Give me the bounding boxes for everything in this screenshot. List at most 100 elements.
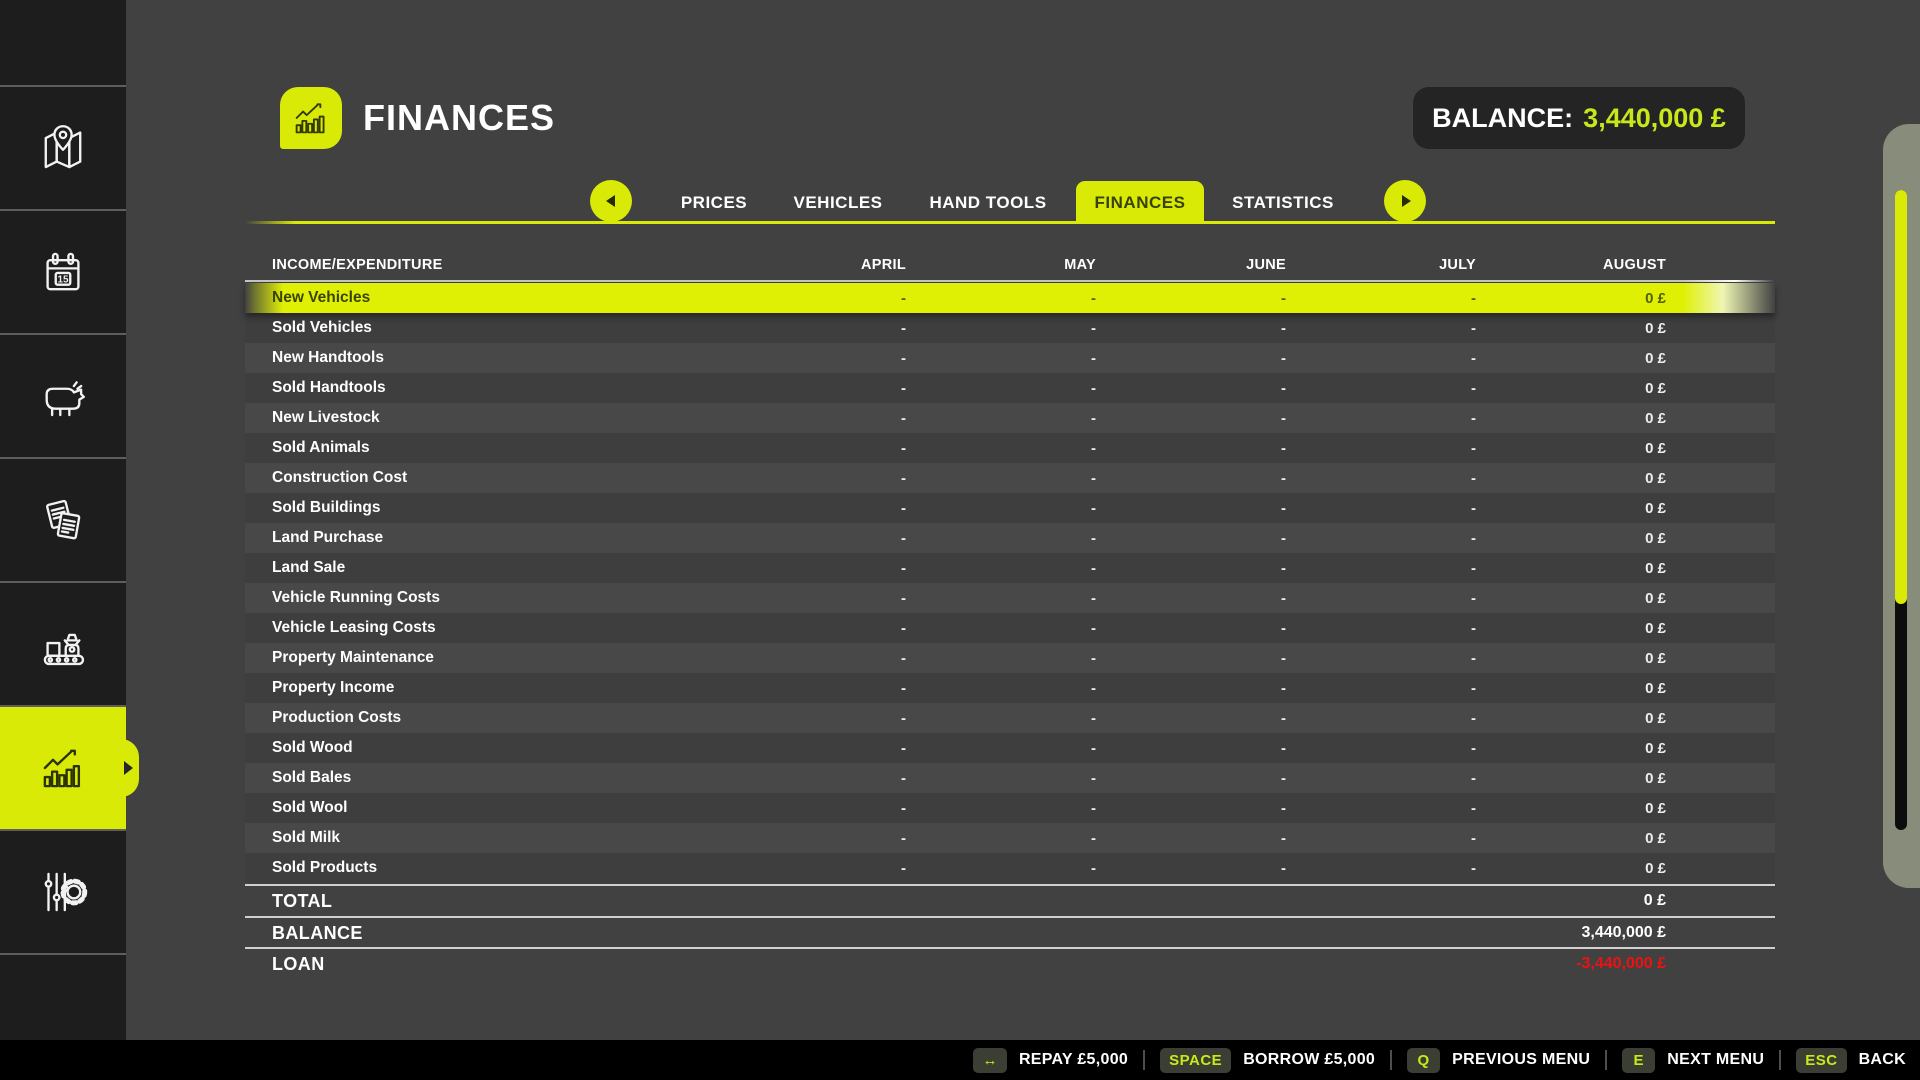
sidebar-spacer-bottom <box>0 953 126 1039</box>
table-row-sold-milk[interactable]: Sold Milk----0 £ <box>245 823 1775 853</box>
cell-july: - <box>1286 440 1476 457</box>
cell-may: - <box>906 560 1096 577</box>
sidebar-item-map[interactable] <box>0 85 126 209</box>
table-row-vehicle-running-costs[interactable]: Vehicle Running Costs----0 £ <box>245 583 1775 613</box>
table-row-land-sale[interactable]: Land Sale----0 £ <box>245 553 1775 583</box>
sidebar-item-finances[interactable] <box>0 705 126 829</box>
tab-vehicles[interactable]: VEHICLES <box>780 181 896 223</box>
row-label: Property Income <box>245 679 716 697</box>
cell-april: - <box>716 680 906 697</box>
scrollbar-track <box>1883 124 1920 888</box>
cell-june: - <box>1096 710 1286 727</box>
cell-april: - <box>716 500 906 517</box>
summary-value-total: 0 £ <box>1476 892 1666 910</box>
table-row-new-livestock[interactable]: New Livestock----0 £ <box>245 403 1775 433</box>
hotkey-repay-5-000[interactable]: ↔REPAY £5,000 <box>973 1048 1128 1073</box>
cell-may: - <box>906 680 1096 697</box>
tab-finances[interactable]: FINANCES <box>1076 181 1204 223</box>
table-row-land-purchase[interactable]: Land Purchase----0 £ <box>245 523 1775 553</box>
sidebar-item-calendar[interactable] <box>0 209 126 333</box>
cell-may: - <box>906 320 1096 337</box>
cell-august: 0 £ <box>1476 410 1666 427</box>
row-label: Production Costs <box>245 709 716 727</box>
row-label: Land Sale <box>245 559 716 577</box>
tab-statistics[interactable]: STATISTICS <box>1222 181 1344 223</box>
table-row-sold-wool[interactable]: Sold Wool----0 £ <box>245 793 1775 823</box>
table-header-row: INCOME/EXPENDITUREAPRILMAYJUNEJULYAUGUST <box>245 250 1775 280</box>
cell-august: 0 £ <box>1476 830 1666 847</box>
table-row-sold-vehicles[interactable]: Sold Vehicles----0 £ <box>245 313 1775 343</box>
balance-label: BALANCE: <box>1432 103 1573 134</box>
sidebar-item-production[interactable] <box>0 581 126 705</box>
cell-april: - <box>716 590 906 607</box>
row-label: New Livestock <box>245 409 716 427</box>
finances-header-icon-badge <box>280 87 342 149</box>
cell-may: - <box>906 530 1096 547</box>
table-row-production-costs[interactable]: Production Costs----0 £ <box>245 703 1775 733</box>
tab-hand-tools[interactable]: HAND TOOLS <box>920 181 1056 223</box>
row-label: New Vehicles <box>245 289 716 307</box>
cell-august: 0 £ <box>1476 470 1666 487</box>
table-row-new-handtools[interactable]: New Handtools----0 £ <box>245 343 1775 373</box>
sidebar-item-animals[interactable] <box>0 333 126 457</box>
balance-value: 3,440,000 £ <box>1583 103 1726 134</box>
sidebar-item-settings[interactable] <box>0 829 126 953</box>
e-key[interactable]: E <box>1622 1048 1655 1073</box>
table-row-property-income[interactable]: Property Income----0 £ <box>245 673 1775 703</box>
cell-july: - <box>1286 830 1476 847</box>
cell-may: - <box>906 830 1096 847</box>
row-label: Land Purchase <box>245 529 716 547</box>
cell-april: - <box>716 710 906 727</box>
cell-august: 0 £ <box>1476 500 1666 517</box>
cell-april: - <box>716 800 906 817</box>
scrollbar-thumb[interactable] <box>1895 190 1907 604</box>
cell-april: - <box>716 410 906 427</box>
cell-april: - <box>716 320 906 337</box>
cell-april: - <box>716 380 906 397</box>
row-label: Property Maintenance <box>245 649 716 667</box>
cell-may: - <box>906 380 1096 397</box>
hotkey-divider <box>1605 1050 1607 1070</box>
hotkey-previous-menu[interactable]: QPREVIOUS MENU <box>1407 1048 1590 1073</box>
row-label: Sold Bales <box>245 769 716 787</box>
cell-august: 0 £ <box>1476 710 1666 727</box>
column-header-income-expenditure: INCOME/EXPENDITURE <box>245 257 716 273</box>
table-row-sold-wood[interactable]: Sold Wood----0 £ <box>245 733 1775 763</box>
cell-april: - <box>716 560 906 577</box>
cell-july: - <box>1286 620 1476 637</box>
cell-may: - <box>906 800 1096 817</box>
table-row-construction-cost[interactable]: Construction Cost----0 £ <box>245 463 1775 493</box>
table-row-property-maintenance[interactable]: Property Maintenance----0 £ <box>245 643 1775 673</box>
esc-key[interactable]: ESC <box>1796 1048 1846 1073</box>
q-key[interactable]: Q <box>1407 1048 1440 1073</box>
table-row-sold-handtools[interactable]: Sold Handtools----0 £ <box>245 373 1775 403</box>
cell-july: - <box>1286 320 1476 337</box>
row-label: Sold Wood <box>245 739 716 757</box>
table-row-new-vehicles[interactable]: New Vehicles----0 £ <box>245 283 1775 313</box>
map-icon <box>34 119 92 177</box>
sidebar-item-contracts[interactable] <box>0 457 126 581</box>
table-row-sold-bales[interactable]: Sold Bales----0 £ <box>245 763 1775 793</box>
cell-june: - <box>1096 860 1286 877</box>
next-tab-button[interactable] <box>1384 180 1426 222</box>
summary-row-balance: BALANCE3,440,000 £ <box>245 918 1775 948</box>
cell-may: - <box>906 290 1096 307</box>
cell-july: - <box>1286 860 1476 877</box>
space-key[interactable]: SPACE <box>1160 1048 1231 1073</box>
contracts-icon <box>34 491 92 549</box>
cell-june: - <box>1096 650 1286 667</box>
column-header-july: JULY <box>1286 257 1476 273</box>
hotkey-borrow-5-000[interactable]: SPACE BORROW £5,000 <box>1160 1048 1375 1073</box>
hotkey-label: BORROW £5,000 <box>1243 1051 1375 1069</box>
cell-may: - <box>906 860 1096 877</box>
cell-april: - <box>716 830 906 847</box>
table-row-vehicle-leasing-costs[interactable]: Vehicle Leasing Costs----0 £ <box>245 613 1775 643</box>
tab-prices[interactable]: PRICES <box>664 181 764 223</box>
tab-key[interactable]: ↔ <box>973 1048 1007 1073</box>
table-row-sold-buildings[interactable]: Sold Buildings----0 £ <box>245 493 1775 523</box>
cell-july: - <box>1286 290 1476 307</box>
table-row-sold-products[interactable]: Sold Products----0 £ <box>245 853 1775 883</box>
hotkey-back[interactable]: ESCBACK <box>1796 1048 1906 1073</box>
hotkey-next-menu[interactable]: ENEXT MENU <box>1622 1048 1764 1073</box>
table-row-sold-animals[interactable]: Sold Animals----0 £ <box>245 433 1775 463</box>
